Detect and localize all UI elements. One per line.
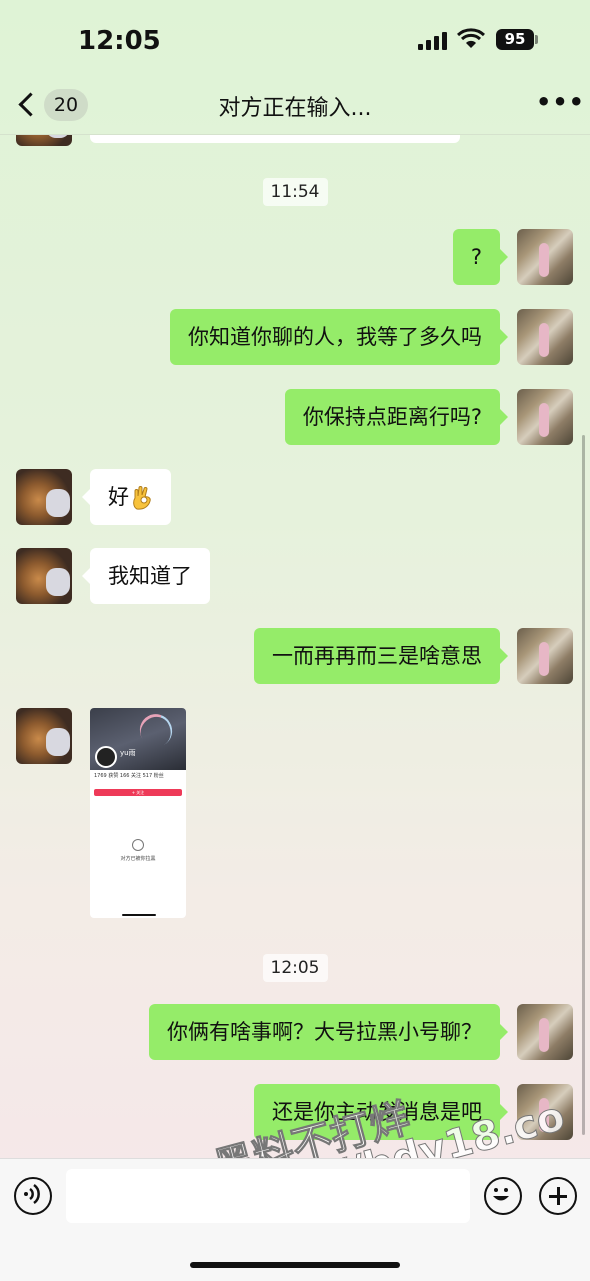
message-bubble-outgoing[interactable]: ?	[452, 229, 509, 285]
timestamp: 11:54	[0, 178, 590, 206]
message-bubble-outgoing[interactable]: 你知道你聊的人，我等了多久吗	[170, 309, 508, 365]
contact-avatar[interactable]	[16, 469, 72, 525]
profile-stats: 1769 获赞 166 关注 517 粉丝	[94, 773, 164, 779]
contact-avatar[interactable]	[16, 548, 72, 604]
message-list[interactable]: 11:54 ? 你知道你聊的人，我等了多久吗 你保持点距离行吗? 好 我知道了 …	[0, 135, 590, 1158]
chat-title: 对方正在输入...	[218, 96, 372, 121]
my-avatar[interactable]	[517, 1004, 573, 1060]
home-indicator	[190, 1262, 400, 1268]
voice-input-button[interactable]	[14, 1177, 52, 1215]
profile-name: yu雨	[120, 749, 136, 757]
scrollbar[interactable]	[582, 435, 585, 1135]
rainbow-graphic	[133, 708, 179, 753]
message-bubble-incoming[interactable]: 我知道了	[82, 548, 210, 604]
profile-cover: yu雨	[90, 708, 186, 770]
follow-button-thumb: + 关注	[94, 789, 182, 796]
message-bubble-outgoing[interactable]: 还是你主动发消息是吧	[254, 1084, 508, 1140]
message-bubble-outgoing[interactable]: 你俩有啥事啊？大号拉黑小号聊？	[149, 1004, 508, 1060]
battery-tip	[535, 35, 538, 44]
more-functions-button[interactable]	[539, 1177, 577, 1215]
my-avatar[interactable]	[517, 309, 573, 365]
my-avatar[interactable]	[517, 389, 573, 445]
message-bubble-partial	[90, 135, 460, 143]
my-avatar[interactable]	[517, 628, 573, 684]
blocked-text: 对方已被你拉黑	[120, 856, 156, 862]
message-bubble-outgoing[interactable]: 你保持点距离行吗?	[284, 389, 509, 445]
message-input[interactable]	[66, 1169, 470, 1223]
status-time: 12:05	[78, 26, 161, 56]
message-bubble-outgoing[interactable]: 一而再再而三是啥意思	[254, 628, 508, 684]
screenshot-image-message[interactable]: yu雨 1769 获赞 166 关注 517 粉丝 + 关注 对方已被你拉黑	[90, 708, 186, 918]
battery-indicator: 95	[496, 29, 534, 50]
message-bubble-incoming[interactable]: 好	[82, 469, 171, 525]
profile-avatar-thumb	[95, 746, 117, 768]
ok-hand-icon	[133, 486, 151, 510]
home-indicator-thumb	[122, 914, 156, 916]
wifi-icon	[457, 28, 485, 48]
more-options-icon[interactable]: •••	[536, 90, 584, 114]
voice-icon	[23, 1183, 40, 1204]
my-avatar[interactable]	[517, 1084, 573, 1140]
blocked-icon	[132, 839, 144, 851]
my-avatar[interactable]	[517, 229, 573, 285]
contact-avatar[interactable]	[16, 135, 72, 146]
timestamp: 12:05	[0, 954, 590, 982]
smiley-icon	[492, 1187, 509, 1200]
status-bar: 12:05 95	[0, 0, 590, 78]
emoji-button[interactable]	[484, 1177, 522, 1215]
cellular-signal-icon	[418, 32, 450, 50]
contact-avatar[interactable]	[16, 708, 72, 764]
chat-header: 20 对方正在输入... •••	[0, 78, 590, 135]
